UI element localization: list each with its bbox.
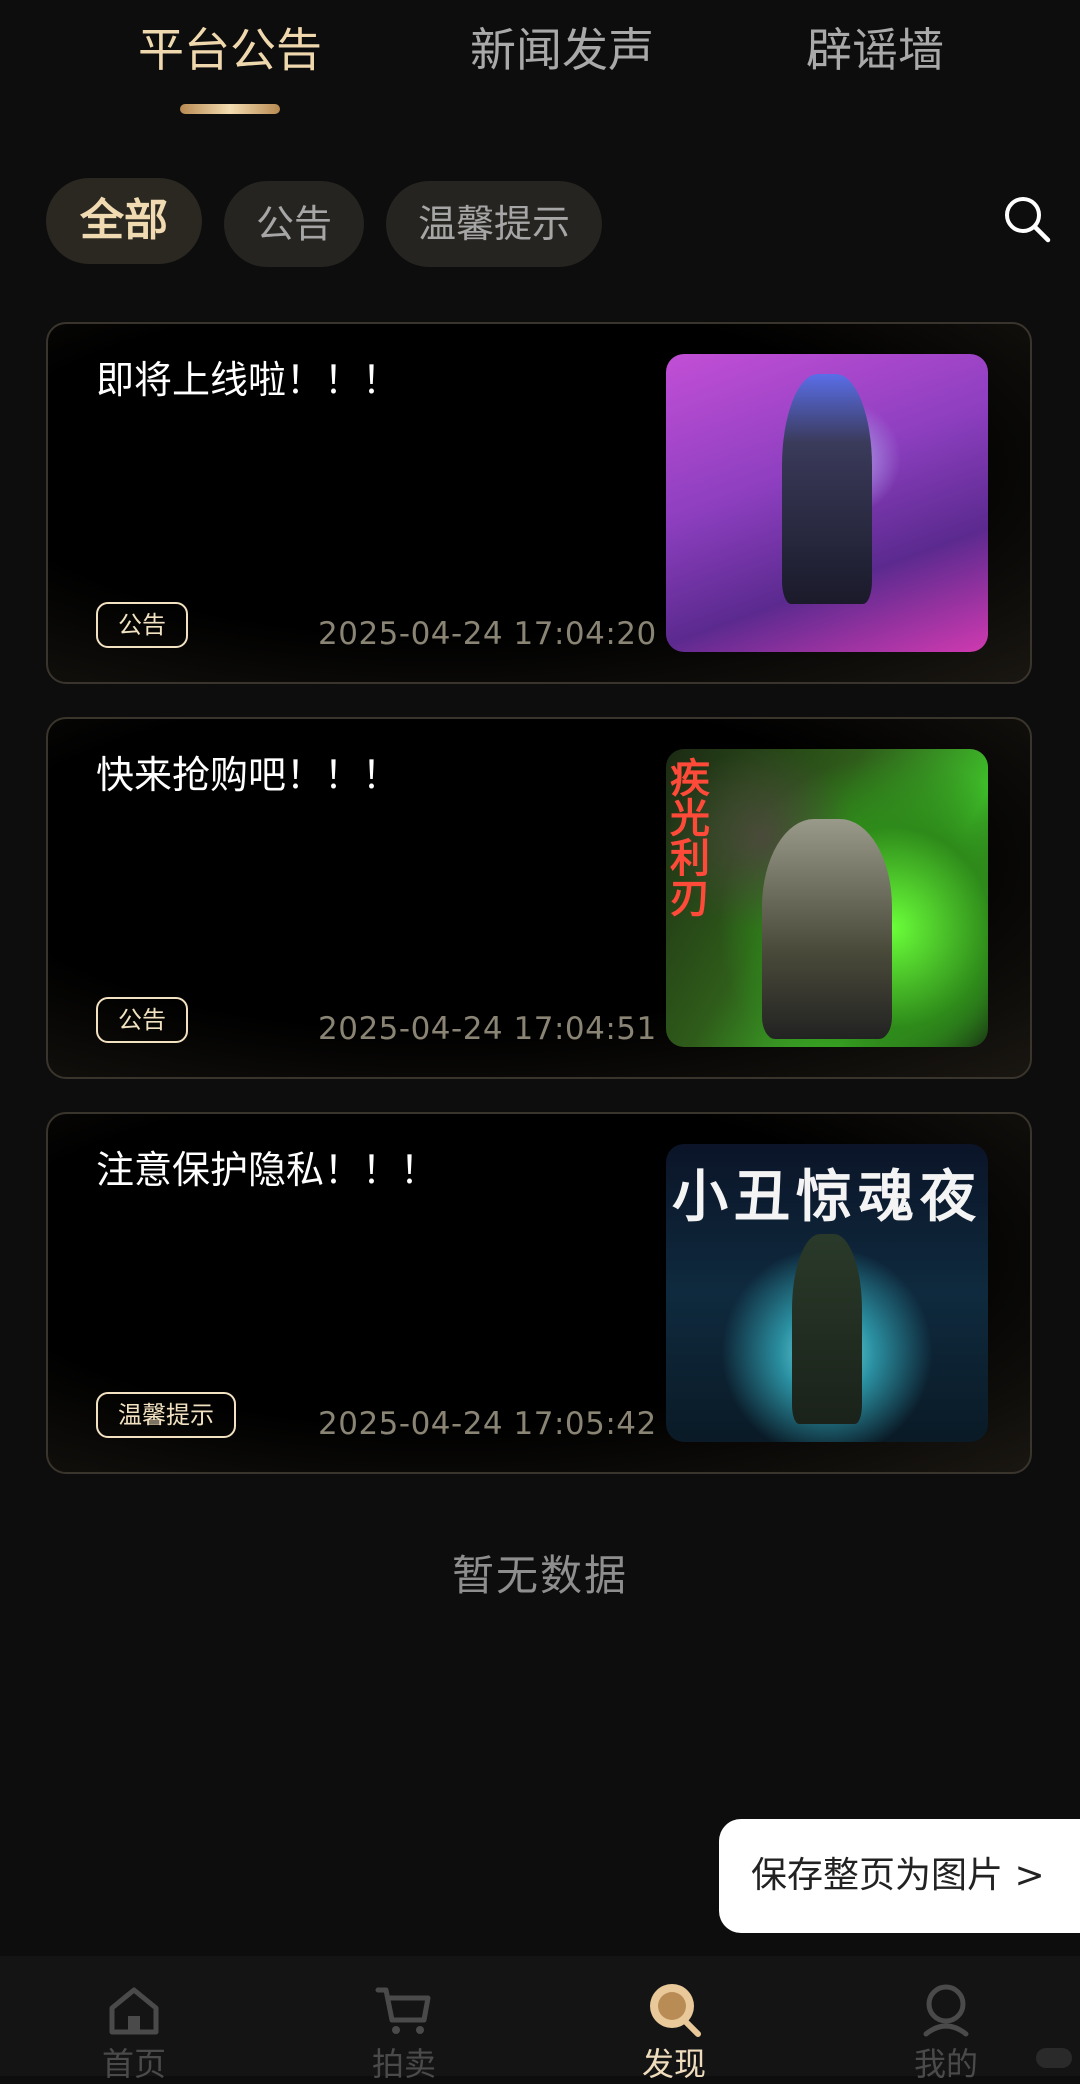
search-icon <box>1005 197 1051 243</box>
character-figure <box>782 374 872 604</box>
tab-rumor-wall[interactable]: 辟谣墙 <box>806 18 944 82</box>
filter-chip-announcement[interactable]: 公告 <box>224 181 364 267</box>
card-thumbnail: 小丑惊魂夜 <box>666 1144 988 1442</box>
card-timestamp: 2025-04-24 17:04:51 <box>318 1011 657 1047</box>
nav-item-discover[interactable]: 发现 <box>604 1980 744 2084</box>
thumbnail-caption: 疾光利刃 <box>670 755 710 922</box>
card-timestamp: 2025-04-24 17:05:42 <box>318 1406 657 1442</box>
bottom-navigation: 首页 拍卖 发现 我的 <box>0 1956 1080 2083</box>
character-figure <box>792 1234 862 1424</box>
nav-label: 首页 <box>101 2045 166 2083</box>
card-title: 快来抢购吧！！！ <box>96 753 401 797</box>
tab-platform-announcements[interactable]: 平台公告 <box>138 18 322 82</box>
card-tag: 公告 <box>96 997 188 1043</box>
announcement-card[interactable]: 注意保护隐私！！！ 温馨提示 2025-04-24 17:05:42 小丑惊魂夜 <box>46 1112 1032 1474</box>
nav-label: 发现 <box>641 2045 706 2083</box>
thumbnail-caption: 小丑惊魂夜 <box>672 1164 982 1230</box>
save-page-as-image-button[interactable]: 保存整页为图片 > <box>719 1819 1080 1933</box>
nav-item-home[interactable]: 首页 <box>64 1980 204 2084</box>
card-tag: 温馨提示 <box>96 1392 236 1438</box>
search-button[interactable] <box>1002 194 1052 244</box>
card-thumbnail: 疾光利刃 <box>666 749 988 1047</box>
nav-item-auction[interactable]: 拍卖 <box>334 1980 474 2084</box>
announcement-card[interactable]: 快来抢购吧！！！ 公告 2025-04-24 17:04:51 疾光利刃 <box>46 717 1032 1079</box>
home-icon <box>109 1987 159 2035</box>
empty-state-text: 暂无数据 <box>451 1551 628 1600</box>
filter-chip-tips[interactable]: 温馨提示 <box>386 181 602 267</box>
card-thumbnail <box>666 354 988 652</box>
nav-item-profile[interactable]: 我的 <box>876 1980 1016 2084</box>
nav-label: 我的 <box>913 2045 978 2083</box>
filter-chip-all[interactable]: 全部 <box>46 178 202 264</box>
tab-news[interactable]: 新闻发声 <box>470 18 654 82</box>
active-tab-indicator <box>180 104 280 114</box>
announcement-card[interactable]: 即将上线啦！！！ 公告 2025-04-24 17:04:20 <box>46 322 1032 684</box>
top-tab-bar: 平台公告 新闻发声 辟谣墙 <box>0 0 1080 130</box>
discover-icon <box>650 1984 701 2037</box>
card-title: 注意保护隐私！！！ <box>96 1148 439 1192</box>
character-figure <box>762 819 892 1039</box>
card-title: 即将上线啦！！！ <box>96 358 401 402</box>
card-timestamp: 2025-04-24 17:04:20 <box>318 616 657 652</box>
profile-icon <box>923 1984 969 2037</box>
nav-label: 拍卖 <box>371 2045 436 2083</box>
cart-icon <box>375 1987 431 2034</box>
corner-badge <box>1036 2048 1072 2068</box>
card-tag: 公告 <box>96 602 188 648</box>
